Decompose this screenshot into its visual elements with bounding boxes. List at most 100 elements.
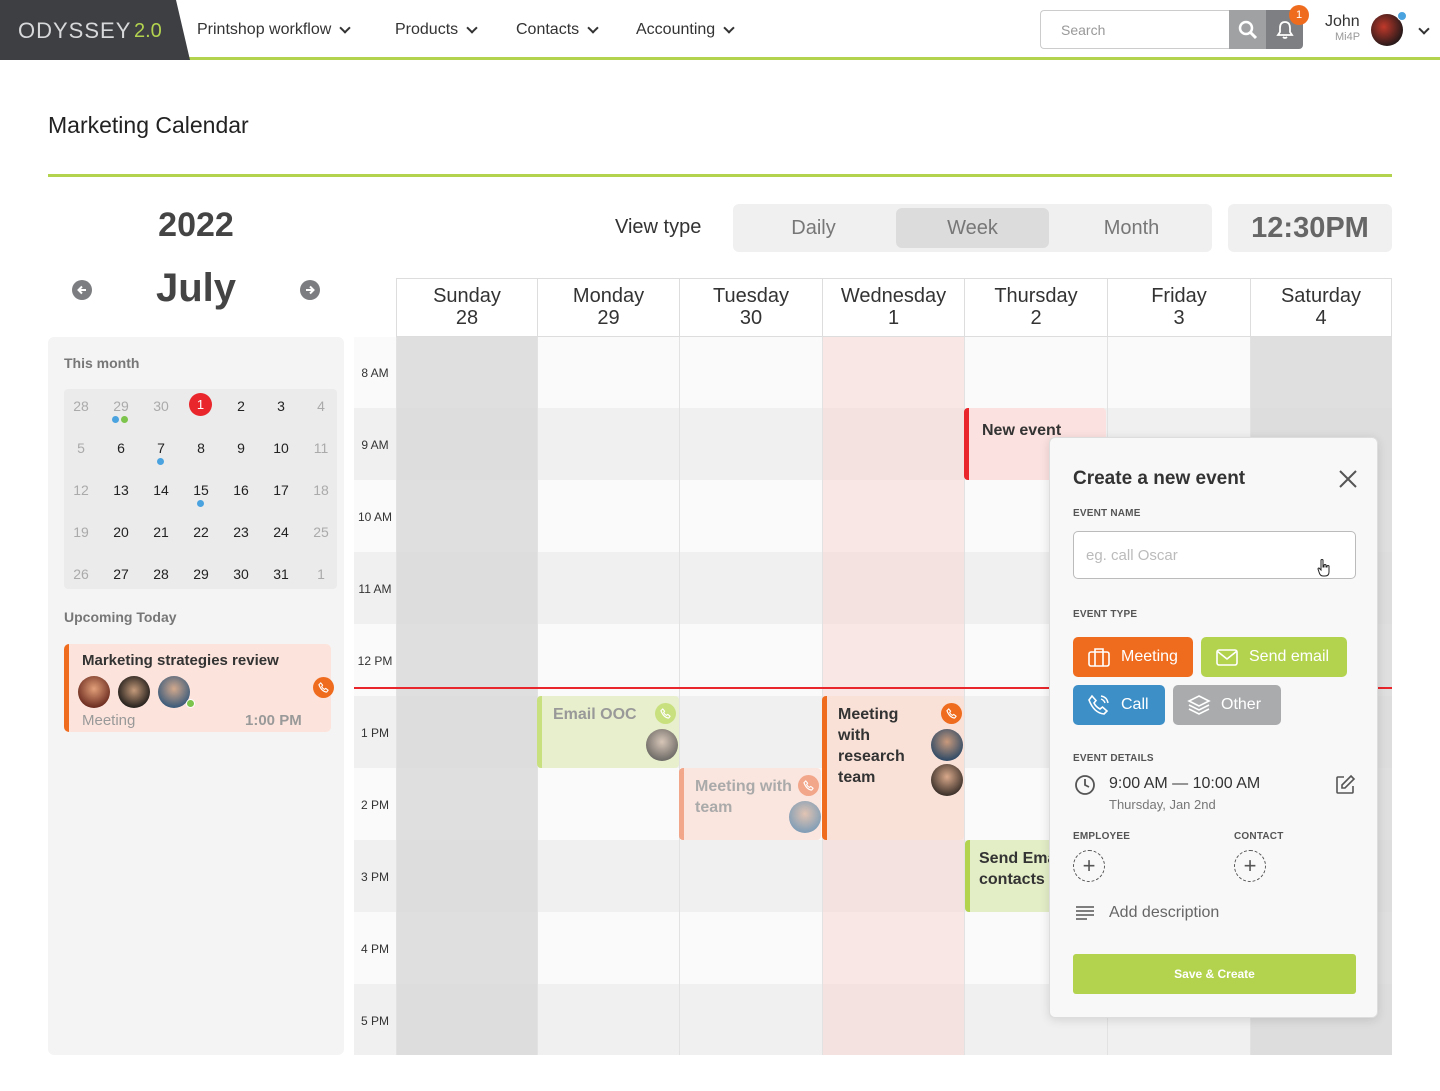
- briefcase-icon: [1088, 648, 1110, 667]
- app-logo[interactable]: ODYSSEY 2.0: [0, 0, 190, 60]
- view-week-button[interactable]: Week: [896, 208, 1049, 248]
- event-type-other-button[interactable]: Other: [1173, 685, 1281, 725]
- calendar-event-email-ooc[interactable]: Email OOC: [537, 696, 679, 768]
- day-header[interactable]: Saturday 4: [1250, 278, 1392, 337]
- close-button[interactable]: [1337, 468, 1359, 490]
- hour-label: 4 PM: [360, 942, 389, 956]
- mini-calendar-day[interactable]: 23: [221, 524, 261, 540]
- nav-label: Contacts: [516, 21, 580, 38]
- mini-calendar-day[interactable]: 27: [101, 566, 141, 582]
- upcoming-event-card[interactable]: Marketing strategies review Meeting 1:00…: [64, 644, 334, 732]
- save-create-button[interactable]: Save & Create: [1073, 954, 1356, 994]
- mini-calendar-day[interactable]: 28: [61, 398, 101, 414]
- mini-calendar-day[interactable]: 29: [181, 566, 221, 582]
- search-button[interactable]: [1229, 10, 1266, 49]
- add-contact-button[interactable]: +: [1234, 850, 1266, 882]
- previous-month-button[interactable]: [72, 280, 92, 300]
- mini-calendar-day[interactable]: 21: [141, 524, 181, 540]
- day-name: Saturday: [1280, 285, 1362, 307]
- day-header[interactable]: Tuesday 30: [679, 278, 823, 337]
- event-time-range: 9:00 AM — 10:00 AM: [1109, 775, 1261, 792]
- chevron-down-icon: [466, 22, 478, 34]
- calendar-event-send-email[interactable]: Send Email to contacts: [965, 840, 1055, 912]
- notification-count-badge: 1: [1289, 5, 1309, 25]
- mini-calendar-day[interactable]: 7: [141, 440, 181, 456]
- mini-calendar-day[interactable]: 22: [181, 524, 221, 540]
- mini-calendar-day[interactable]: 24: [261, 524, 301, 540]
- day-header[interactable]: Thursday 2: [964, 278, 1108, 337]
- edit-icon[interactable]: [1334, 774, 1356, 796]
- mini-calendar-today[interactable]: 1: [189, 393, 212, 416]
- nav-products[interactable]: Products: [395, 0, 478, 60]
- button-label: Send email: [1249, 648, 1330, 665]
- mini-calendar-day[interactable]: 31: [261, 566, 301, 582]
- mini-calendar-day[interactable]: 11: [301, 440, 341, 456]
- top-navigation-bar: ODYSSEY 2.0 Printshop workflow Products …: [0, 0, 1440, 60]
- mini-calendar-day[interactable]: 1: [301, 566, 341, 582]
- upcoming-event-time: 1:00 PM: [245, 712, 302, 729]
- nav-contacts[interactable]: Contacts: [516, 0, 599, 60]
- view-type-label: View type: [615, 216, 702, 238]
- nav-accounting[interactable]: Accounting: [636, 0, 735, 60]
- mini-calendar-day[interactable]: 2: [221, 398, 261, 414]
- mini-calendar-day[interactable]: 4: [301, 398, 341, 414]
- mini-calendar-day[interactable]: 13: [101, 482, 141, 498]
- day-header[interactable]: Friday 3: [1107, 278, 1251, 337]
- column-divider: [396, 337, 397, 1055]
- text-lines-icon: [1076, 906, 1094, 920]
- mini-calendar-day[interactable]: 26: [61, 566, 101, 582]
- avatar: [789, 801, 821, 833]
- upcoming-event-type: Meeting: [82, 712, 136, 729]
- phone-icon: [941, 703, 962, 724]
- mini-calendar-day[interactable]: 10: [261, 440, 301, 456]
- mini-calendar-day[interactable]: 30: [221, 566, 261, 582]
- mini-calendar-day[interactable]: 5: [61, 440, 101, 456]
- event-type-meeting-button[interactable]: Meeting: [1073, 637, 1193, 677]
- mini-calendar-day[interactable]: 18: [301, 482, 341, 498]
- mini-calendar-day[interactable]: 29: [101, 398, 141, 414]
- add-employee-button[interactable]: +: [1073, 850, 1105, 882]
- view-type-toggle: Daily Week Month: [733, 204, 1212, 252]
- event-date: Thursday, Jan 2nd: [1109, 797, 1216, 812]
- event-type-send-email-button[interactable]: Send email: [1201, 637, 1347, 677]
- mini-calendar-day[interactable]: 19: [61, 524, 101, 540]
- mini-calendar-day[interactable]: 15: [181, 482, 221, 498]
- day-header[interactable]: Wednesday 1: [822, 278, 965, 337]
- mini-calendar-day[interactable]: 17: [261, 482, 301, 498]
- nav-printshop-workflow[interactable]: Printshop workflow: [197, 0, 351, 60]
- event-name-input[interactable]: [1073, 531, 1356, 579]
- mini-calendar-day[interactable]: 6: [101, 440, 141, 456]
- day-header[interactable]: Sunday 28: [396, 278, 538, 337]
- calendar-year: 2022: [158, 206, 234, 244]
- hour-label: 12 PM: [357, 654, 393, 668]
- mini-calendar-day[interactable]: 9: [221, 440, 261, 456]
- event-name-label: EVENT NAME: [1073, 508, 1141, 519]
- arrow-left-icon: [77, 285, 86, 295]
- mini-calendar-day[interactable]: 8: [181, 440, 221, 456]
- mini-calendar-day[interactable]: 20: [101, 524, 141, 540]
- mini-calendar-day[interactable]: 16: [221, 482, 261, 498]
- view-daily-button[interactable]: Daily: [737, 208, 890, 248]
- mini-calendar-day[interactable]: 3: [261, 398, 301, 414]
- next-month-button[interactable]: [300, 280, 320, 300]
- user-name[interactable]: John: [1325, 13, 1360, 31]
- event-type-call-button[interactable]: Call: [1073, 685, 1165, 725]
- day-date: 2: [1030, 307, 1042, 329]
- button-label: Other: [1221, 696, 1262, 713]
- calendar-event-meeting-research[interactable]: Meeting with research team: [822, 696, 964, 840]
- add-description-link[interactable]: Add description: [1109, 904, 1219, 922]
- day-date: 30: [739, 307, 763, 329]
- search-input[interactable]: [1040, 10, 1230, 49]
- button-label: Call: [1121, 696, 1149, 713]
- dialog-title: Create a new event: [1073, 468, 1246, 489]
- calendar-event-meeting-team[interactable]: Meeting with team: [679, 768, 821, 840]
- view-month-button[interactable]: Month: [1055, 208, 1208, 248]
- mini-calendar-day[interactable]: 12: [61, 482, 101, 498]
- mini-calendar-day[interactable]: 25: [301, 524, 341, 540]
- mini-calendar-day[interactable]: 30: [141, 398, 181, 414]
- event-title: Email OOC: [553, 706, 637, 723]
- mini-calendar-day[interactable]: 14: [141, 482, 181, 498]
- user-menu-chevron-icon[interactable]: [1418, 23, 1430, 35]
- day-header[interactable]: Monday 29: [537, 278, 680, 337]
- mini-calendar-day[interactable]: 28: [141, 566, 181, 582]
